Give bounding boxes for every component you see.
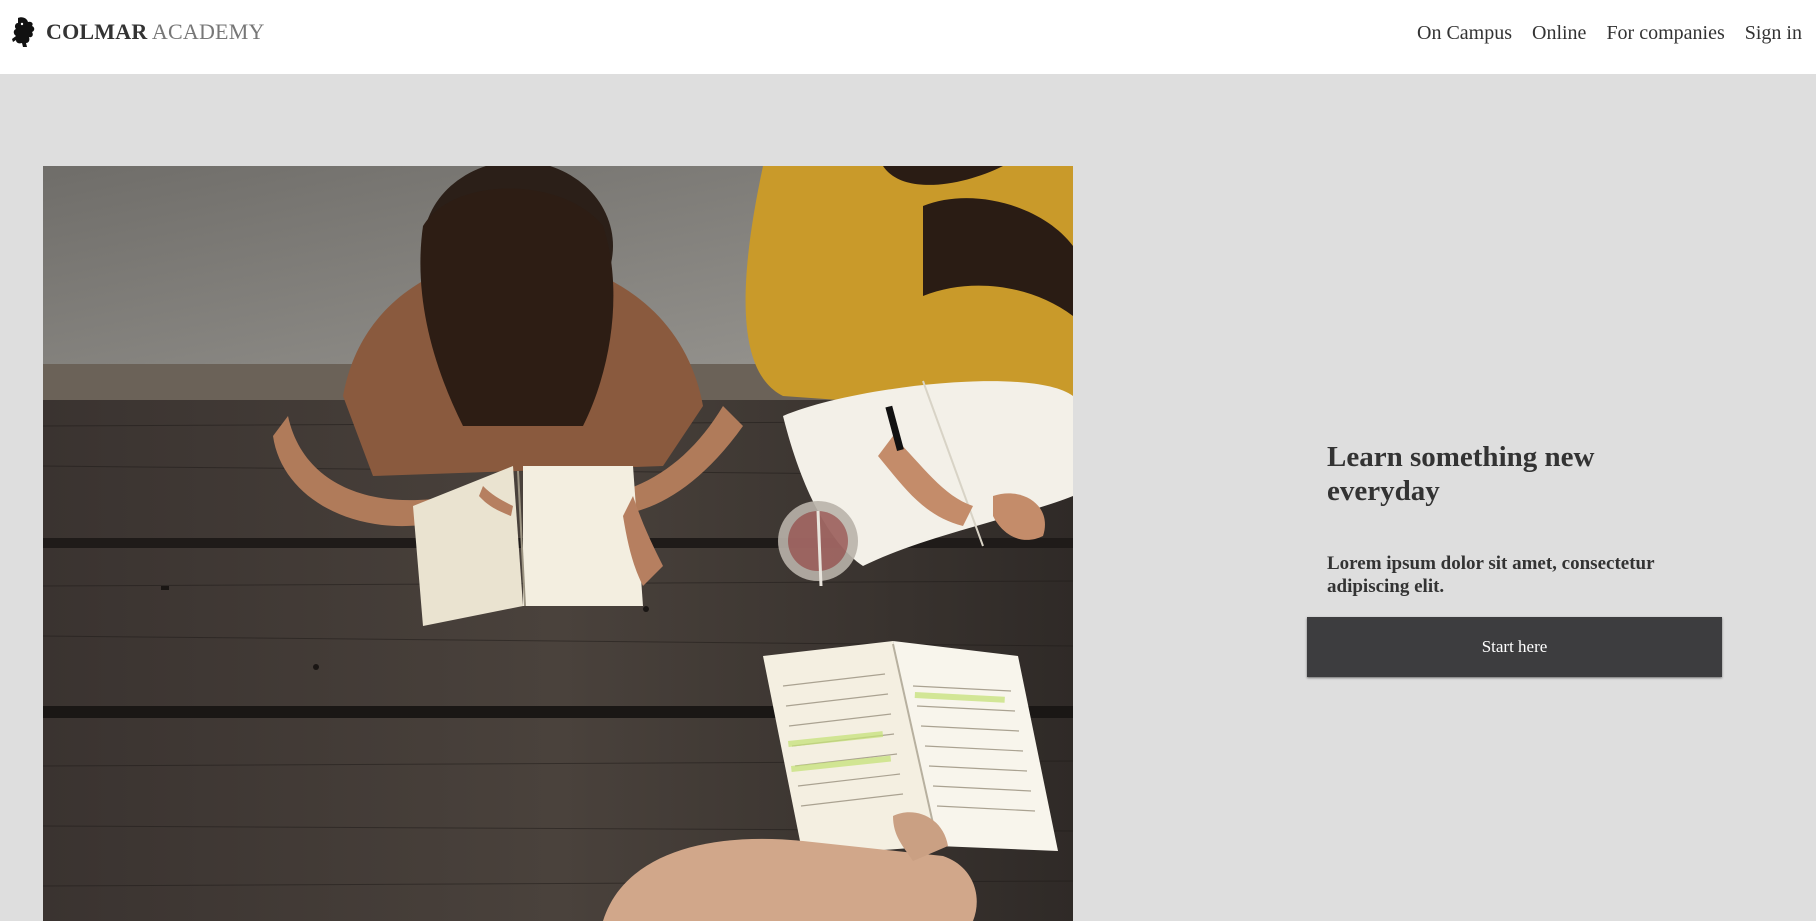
hero-heading: Learn something new everyday xyxy=(1327,441,1595,507)
main-nav: On Campus Online For companies Sign in xyxy=(1397,20,1802,46)
brand-logo[interactable]: COLMAR ACADEMY xyxy=(10,16,265,48)
brand-wordmark: COLMAR ACADEMY xyxy=(46,16,265,48)
nav-link-sign-in[interactable]: Sign in xyxy=(1745,20,1802,46)
site-header: COLMAR ACADEMY On Campus Online For comp… xyxy=(0,0,1816,74)
hero-image xyxy=(43,166,1073,921)
brand-name-strong: COLMAR xyxy=(46,19,148,44)
nav-link-for-companies[interactable]: For companies xyxy=(1606,20,1724,46)
hero-copy: Learn something new everyday Lorem ipsum… xyxy=(1327,440,1727,598)
students-studying-photo xyxy=(43,166,1073,921)
nav-link-online[interactable]: Online xyxy=(1532,20,1586,46)
brand-name-light: ACADEMY xyxy=(151,19,265,44)
hero-subheading: Lorem ipsum dolor sit amet, consectetur … xyxy=(1327,553,1655,597)
start-here-button[interactable]: Start here xyxy=(1307,617,1722,677)
nav-link-on-campus[interactable]: On Campus xyxy=(1417,20,1512,46)
lion-rampant-icon xyxy=(10,16,36,48)
